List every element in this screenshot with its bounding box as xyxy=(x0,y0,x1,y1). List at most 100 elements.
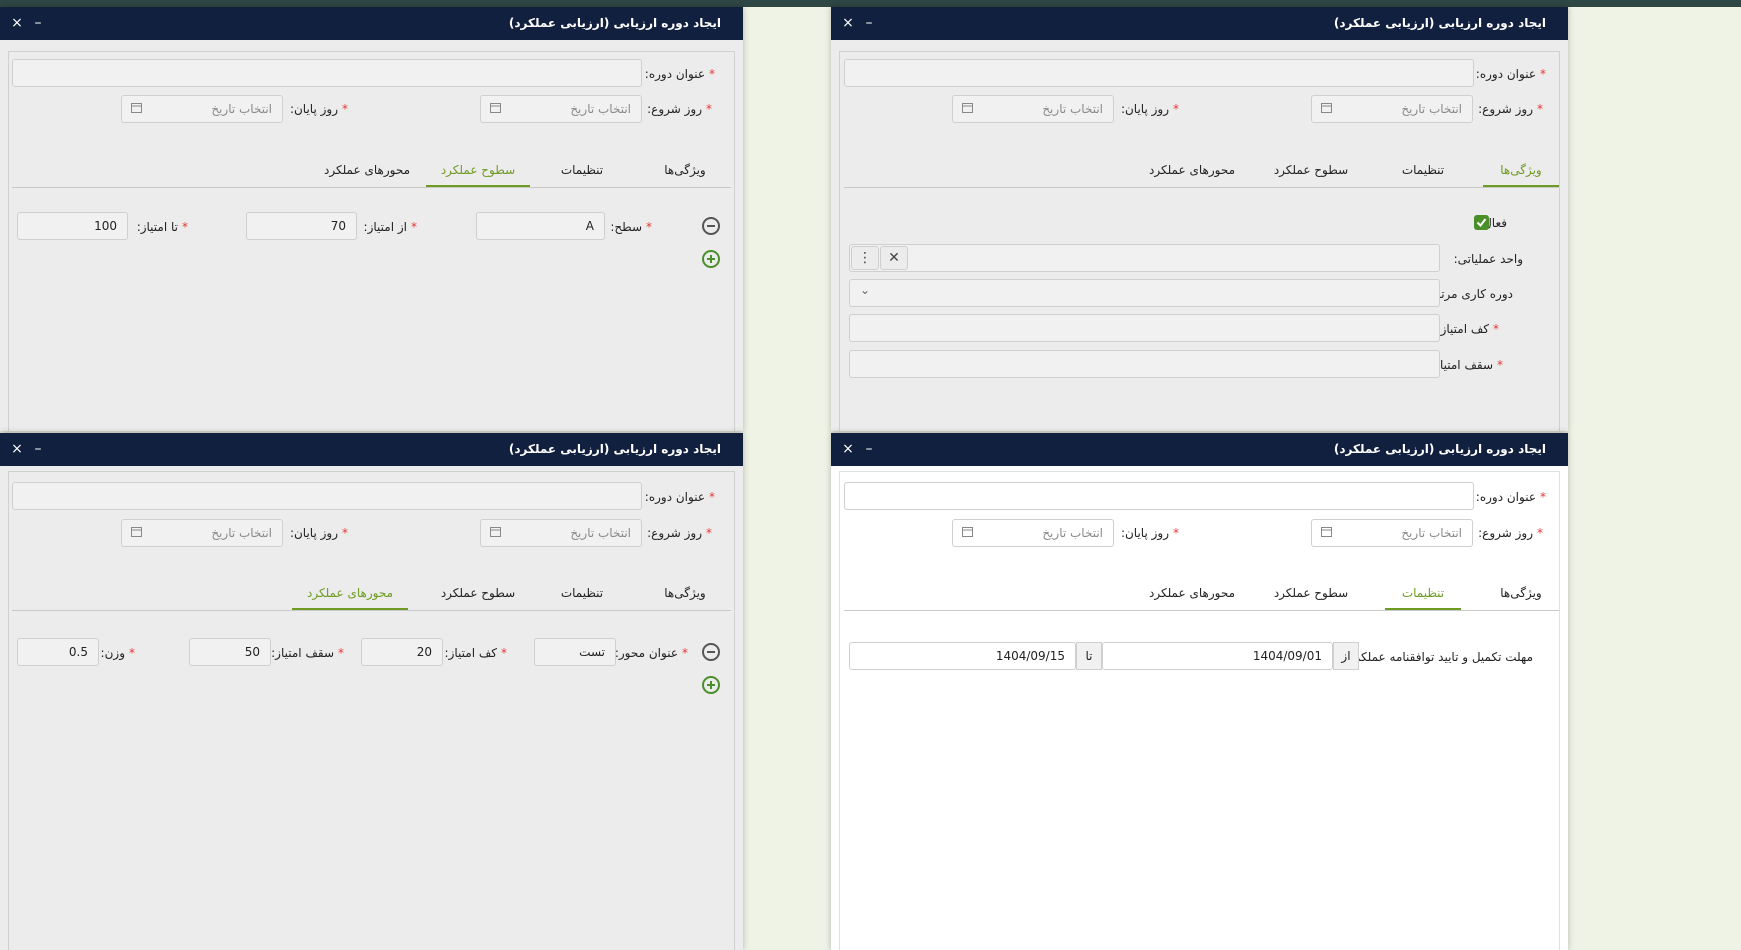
tab-features[interactable]: ویژگی‌ها xyxy=(1483,159,1559,187)
tab-features[interactable]: ویژگی‌ها xyxy=(642,582,728,608)
start-day-label: *روز شروع: xyxy=(1478,526,1543,540)
start-day-picker[interactable]: انتخاب تاریخ xyxy=(480,95,642,123)
from-score-input[interactable]: 70 xyxy=(246,212,357,240)
close-button[interactable]: × xyxy=(840,440,856,458)
axis-max-score-input[interactable]: 50 xyxy=(189,638,271,666)
dialog-content: *عنوان دوره: *روز شروع: انتخاب تاریخ *رو… xyxy=(839,51,1560,431)
end-day-picker[interactable]: انتخاب تاریخ xyxy=(121,95,283,123)
deadline-label: مهلت تکمیل و تایید توافقنامه عملکرد: xyxy=(1345,650,1533,664)
level-input[interactable]: A xyxy=(476,212,605,240)
calendar-icon xyxy=(490,103,501,113)
calendar-icon xyxy=(131,527,142,537)
tabs-divider xyxy=(844,187,1559,188)
start-day-picker[interactable]: انتخاب تاریخ xyxy=(1311,519,1473,547)
dialog-title: ایجاد دوره ارزیابی (ارزیابی عملکرد) xyxy=(1333,16,1546,30)
tab-levels[interactable]: سطوح عملکرد xyxy=(1259,159,1363,185)
clear-button[interactable]: ✕ xyxy=(880,246,908,270)
course-title-input[interactable] xyxy=(12,59,642,87)
tab-levels[interactable]: سطوح عملکرد xyxy=(426,582,530,608)
tab-axes[interactable]: محورهای عملکرد xyxy=(292,582,408,610)
course-title-label: *عنوان دوره: xyxy=(1475,67,1546,81)
from-addon: از xyxy=(1333,642,1359,670)
deadline-from-input[interactable]: 1404/09/01 xyxy=(1102,642,1333,670)
to-score-label: *تا امتیاز: xyxy=(136,220,188,234)
tab-settings[interactable]: تنظیمات xyxy=(530,582,634,608)
max-score-input[interactable] xyxy=(849,350,1440,378)
dialog-content: *عنوان دوره: *روز شروع: انتخاب تاریخ *رو… xyxy=(8,51,735,431)
tab-features[interactable]: ویژگی‌ها xyxy=(1483,582,1559,608)
course-title-input[interactable] xyxy=(844,482,1474,510)
minimize-button[interactable]: – xyxy=(861,440,877,458)
operational-unit-lookup[interactable]: ⋮ ✕ xyxy=(849,244,1440,272)
axis-max-score-label: *سقف امتیاز: xyxy=(271,646,344,660)
start-day-label: *روز شروع: xyxy=(647,526,712,540)
title-bar: × – ایجاد دوره ارزیابی (ارزیابی عملکرد) xyxy=(0,7,743,40)
top-strip xyxy=(0,0,1741,7)
dialog-content: *عنوان دوره: *روز شروع: انتخاب تاریخ *رو… xyxy=(839,471,1560,950)
close-button[interactable]: × xyxy=(9,14,25,32)
axis-title-input[interactable]: تست xyxy=(534,638,616,666)
add-row-button[interactable] xyxy=(702,250,720,268)
max-score-label: *سقف امتیاز: xyxy=(1430,358,1503,372)
active-checkbox[interactable] xyxy=(1474,215,1489,230)
dialog-content: *عنوان دوره: *روز شروع: انتخاب تاریخ *رو… xyxy=(8,471,735,950)
related-work-period-select[interactable]: ⌄ xyxy=(849,279,1440,307)
course-title-label: *عنوان دوره: xyxy=(1475,490,1546,504)
min-score-label: *کف امتیاز: xyxy=(1436,322,1499,336)
remove-row-button[interactable] xyxy=(702,217,720,235)
start-day-label: *روز شروع: xyxy=(647,102,712,116)
tab-axes[interactable]: محورهای عملکرد xyxy=(1129,582,1255,608)
tab-settings[interactable]: تنظیمات xyxy=(1371,159,1475,185)
level-label: *سطح: xyxy=(610,220,652,234)
to-score-input[interactable]: 100 xyxy=(17,212,128,240)
calendar-icon xyxy=(490,527,501,537)
end-day-label: *روز پایان: xyxy=(1120,102,1179,116)
clear-icon: ✕ xyxy=(888,250,900,266)
axis-title-label: *عنوان محور: xyxy=(614,646,688,660)
end-day-picker[interactable]: انتخاب تاریخ xyxy=(952,95,1114,123)
end-day-picker[interactable]: انتخاب تاریخ xyxy=(952,519,1114,547)
dialog-axes: × – ایجاد دوره ارزیابی (ارزیابی عملکرد) … xyxy=(0,433,743,950)
calendar-icon xyxy=(962,527,973,537)
end-day-picker[interactable]: انتخاب تاریخ xyxy=(121,519,283,547)
operational-unit-label: واحد عملیاتی: xyxy=(1453,252,1523,266)
course-title-input[interactable] xyxy=(12,482,642,510)
minimize-button[interactable]: – xyxy=(30,440,46,458)
tab-axes[interactable]: محورهای عملکرد xyxy=(308,159,426,185)
to-addon: تا xyxy=(1076,642,1102,670)
more-options-button[interactable]: ⋮ xyxy=(851,246,879,270)
tab-levels[interactable]: سطوح عملکرد xyxy=(426,159,530,187)
deadline-to-input[interactable]: 1404/09/15 xyxy=(849,642,1076,670)
close-button[interactable]: × xyxy=(9,440,25,458)
minimize-button[interactable]: – xyxy=(861,14,877,32)
dialog-title: ایجاد دوره ارزیابی (ارزیابی عملکرد) xyxy=(508,16,721,30)
dialog-levels: × – ایجاد دوره ارزیابی (ارزیابی عملکرد) … xyxy=(0,7,743,431)
calendar-icon xyxy=(131,103,142,113)
weight-input[interactable]: 0.5 xyxy=(17,638,99,666)
close-button[interactable]: × xyxy=(840,14,856,32)
axis-min-score-input[interactable]: 20 xyxy=(361,638,443,666)
title-bar: × – ایجاد دوره ارزیابی (ارزیابی عملکرد) xyxy=(0,433,743,466)
dialog-settings: × – ایجاد دوره ارزیابی (ارزیابی عملکرد) … xyxy=(831,433,1568,950)
start-day-picker[interactable]: انتخاب تاریخ xyxy=(480,519,642,547)
add-row-button[interactable] xyxy=(702,676,720,694)
tabs-divider xyxy=(12,610,731,611)
tabs-divider xyxy=(844,610,1559,611)
course-title-label: *عنوان دوره: xyxy=(644,490,715,504)
menu-icon: ⋮ xyxy=(858,250,872,266)
course-title-input[interactable] xyxy=(844,59,1474,87)
start-day-picker[interactable]: انتخاب تاریخ xyxy=(1311,95,1473,123)
weight-label: *وزن: xyxy=(100,646,135,660)
remove-row-button[interactable] xyxy=(702,643,720,661)
tab-levels[interactable]: سطوح عملکرد xyxy=(1259,582,1363,608)
dialog-title: ایجاد دوره ارزیابی (ارزیابی عملکرد) xyxy=(1333,442,1546,456)
tab-settings[interactable]: تنظیمات xyxy=(530,159,634,185)
dialog-title: ایجاد دوره ارزیابی (ارزیابی عملکرد) xyxy=(508,442,721,456)
tab-settings[interactable]: تنظیمات xyxy=(1385,582,1461,610)
calendar-icon xyxy=(1321,527,1332,537)
end-day-label: *روز پایان: xyxy=(289,526,348,540)
min-score-input[interactable] xyxy=(849,314,1440,342)
tab-axes[interactable]: محورهای عملکرد xyxy=(1129,159,1255,185)
minimize-button[interactable]: – xyxy=(30,14,46,32)
tab-features[interactable]: ویژگی‌ها xyxy=(642,159,728,185)
